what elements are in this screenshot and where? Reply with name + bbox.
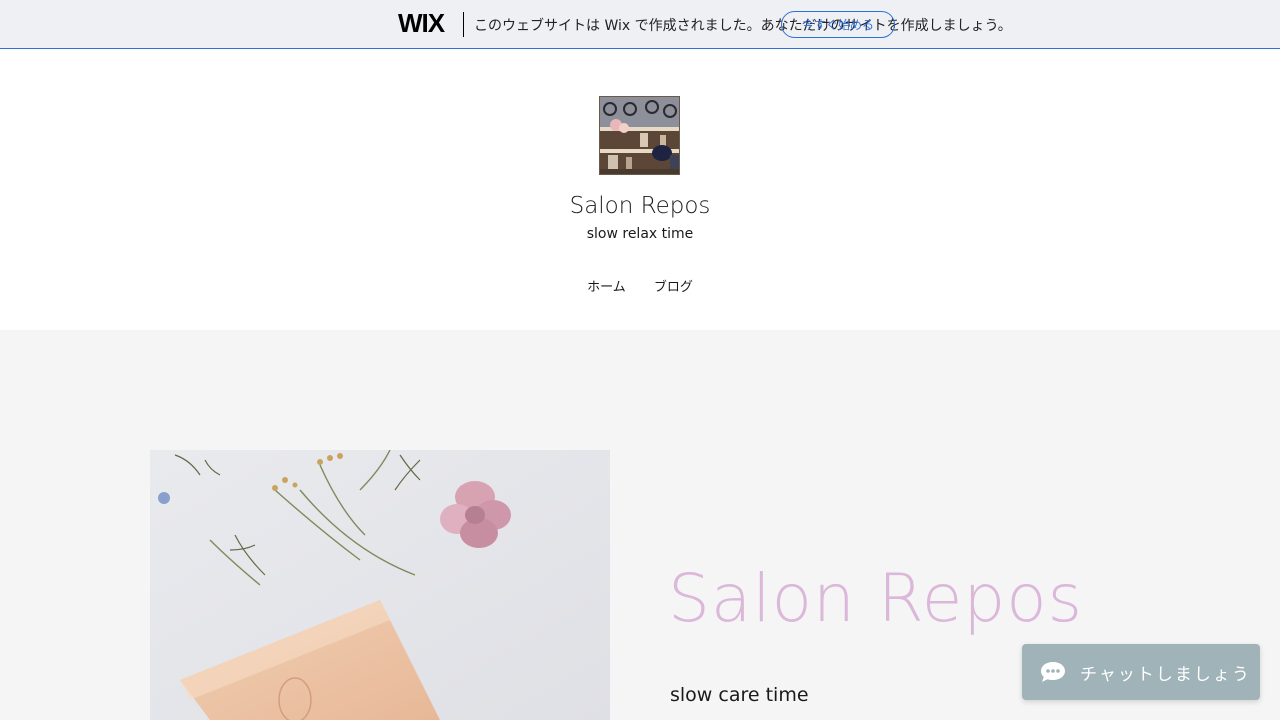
nav-item-blog[interactable]: ブログ	[654, 280, 693, 295]
hero-subtitle: slow care time	[670, 684, 809, 706]
banner-divider	[463, 12, 464, 37]
wix-logo[interactable]: WIX	[398, 8, 445, 39]
start-now-button[interactable]: 今すぐ始める	[781, 11, 895, 38]
site-header: Salon Repos slow relax time ホーム ブログ	[0, 50, 1280, 330]
nav-item-home[interactable]: ホーム	[587, 280, 626, 295]
hero-title: Salon Repos	[668, 560, 1084, 637]
shop-shelf-photo	[600, 97, 679, 174]
flower-paper-photo	[150, 450, 610, 720]
banner-message: このウェブサイトは Wix で作成されました。あなただけのサイトを作成しましょう…	[474, 18, 1012, 34]
site-tagline: slow relax time	[586, 226, 694, 242]
main-nav: ホーム ブログ	[0, 276, 1280, 295]
chat-widget-button[interactable]: チャットしましょう	[1022, 644, 1260, 700]
chat-bubble-icon	[1041, 662, 1065, 682]
wix-promo-banner: WIX このウェブサイトは Wix で作成されました。あなただけのサイトを作成し…	[0, 0, 1280, 49]
chat-label: チャットしましょう	[1080, 664, 1251, 685]
site-title[interactable]: Salon Repos	[0, 193, 1280, 219]
hero-flower-image	[150, 450, 610, 720]
site-logo-image[interactable]	[599, 96, 680, 175]
